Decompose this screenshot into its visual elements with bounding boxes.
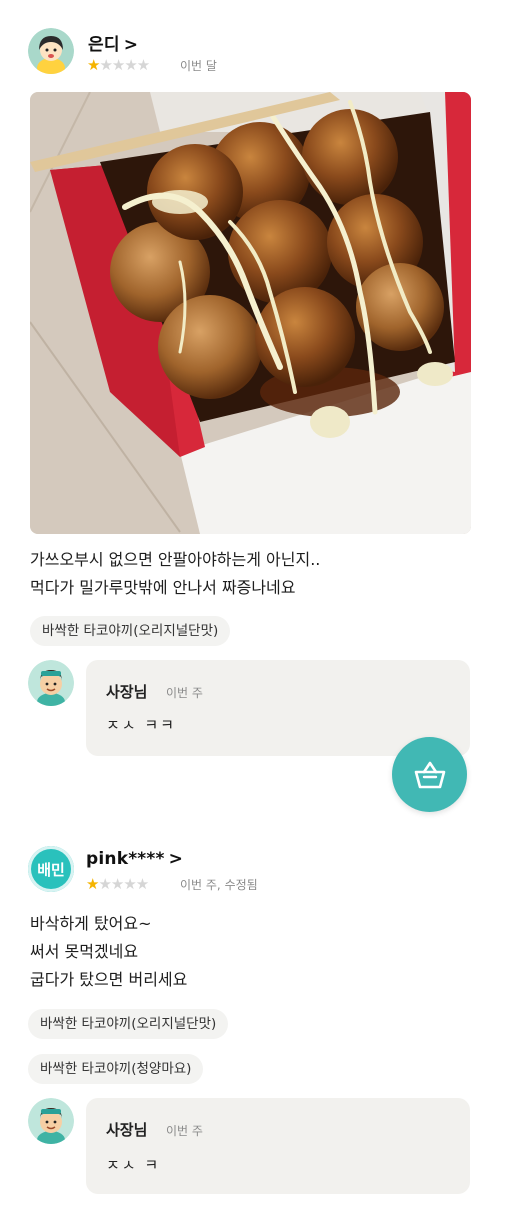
review-username[interactable]: pink**** > xyxy=(86,849,183,869)
owner-avatar xyxy=(28,1098,74,1144)
review-username[interactable]: 은디 > xyxy=(88,30,138,55)
owner-reply-text: ㅈㅅ ㅋㅋ xyxy=(106,716,176,734)
review-time: 이번 달 xyxy=(180,59,217,73)
review-text: 바삭하게 탔어요~ 써서 못먹겠네요 굽다가 탔으면 버리세요 xyxy=(30,914,188,989)
user-avatar[interactable]: 배민 xyxy=(28,846,74,892)
rating-stars: ★★★★★ xyxy=(86,875,149,893)
menu-tag: 바싹한 타코야끼(청양마요) xyxy=(28,1054,204,1084)
chevron-right-icon: > xyxy=(168,849,184,869)
review-photo[interactable] xyxy=(30,92,471,534)
owner-name: 사장님 xyxy=(106,683,148,701)
owner-reply-time: 이번 주 xyxy=(166,686,203,700)
menu-tag: 바싹한 타코야끼(오리지널단맛) xyxy=(30,616,231,646)
owner-reply xyxy=(86,1098,470,1194)
star-icon: ★ xyxy=(87,56,100,74)
star-icon: ★★★★ xyxy=(98,875,149,893)
review-text: 가쓰오부시 없으면 안팔아야하는게 아닌지.. 먹다가 밀가루맛밖에 안나서 짜… xyxy=(30,550,321,597)
menu-tag: 바싹한 타코야끼(오리지널단맛) xyxy=(28,1009,229,1039)
cart-button[interactable] xyxy=(392,737,467,812)
owner-name: 사장님 xyxy=(106,1121,148,1139)
chevron-right-icon: > xyxy=(123,35,139,55)
owner-reply-text: ㅈㅅ ㅋ xyxy=(106,1156,161,1174)
owner-avatar xyxy=(28,660,74,706)
review-time: 이번 주, 수정됨 xyxy=(180,878,258,892)
rating-stars: ★★★★★ xyxy=(87,56,150,74)
star-icon: ★ xyxy=(86,875,99,893)
user-avatar[interactable] xyxy=(28,28,74,74)
owner-reply-time: 이번 주 xyxy=(166,1124,203,1138)
star-icon: ★★★★ xyxy=(99,56,150,74)
basket-icon xyxy=(414,761,445,788)
